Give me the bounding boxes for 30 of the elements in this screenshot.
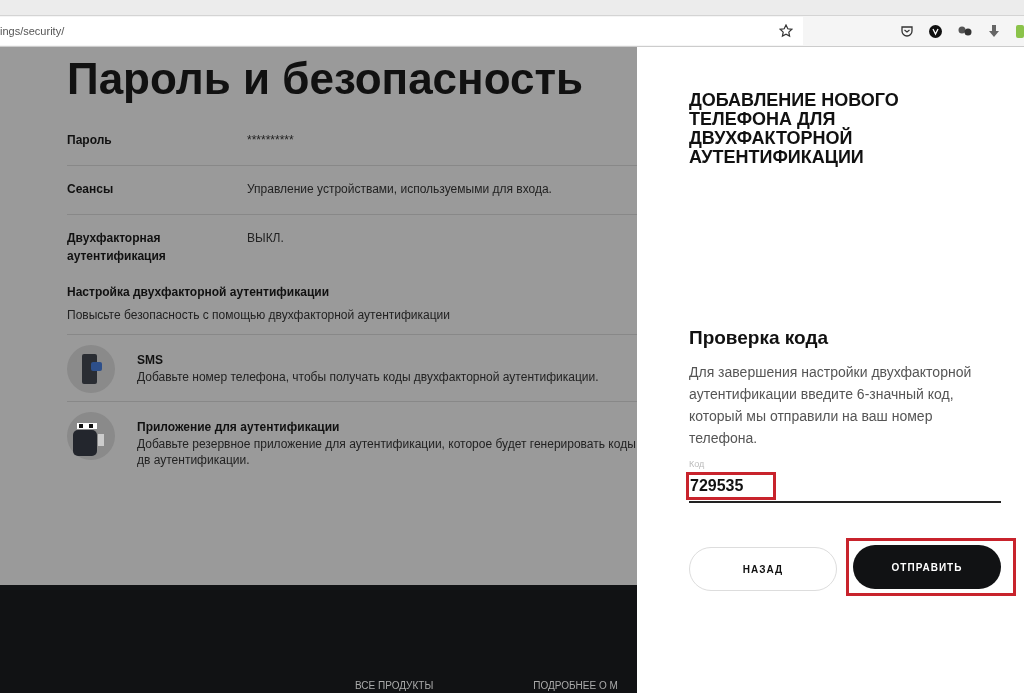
footer-link[interactable]: ВСЕ ПРОДУКТЫ <box>355 680 434 692</box>
qr-device-icon <box>67 412 115 461</box>
field-value: 729535 <box>689 475 774 497</box>
submit-button[interactable]: ОТПРАВИТЬ <box>853 545 1001 589</box>
footer-link[interactable]: ПОДРОБНЕЕ О М <box>533 680 618 692</box>
setting-value: ********** <box>247 132 294 150</box>
dialog-heading: Проверка кода <box>689 327 830 349</box>
dialog-text: Для завершения настройки двухфакторной аутентификации введите 6-значный код, который мы отправили на ваш номер телефона. <box>689 363 973 448</box>
url-text: ings/security/ <box>0 25 65 37</box>
download-icon[interactable] <box>988 24 1000 38</box>
method-description: Добавьте номер телефона, чтобы получать коды двухфакторной аутентификации. <box>137 369 600 386</box>
setting-value: Управление устройствами, используемыми для входа. <box>247 181 552 199</box>
dialog-title: ДОБАВЛЕНИЕ НОВОГО ТЕЛЕФОНА ДЛЯ ДВУХФАКТОРНОЙ АУТЕНТИФИКАЦИИ <box>689 91 900 167</box>
setting-label: Сеансы <box>67 181 115 199</box>
code-field[interactable]: 729535 <box>689 471 1001 503</box>
address-bar[interactable]: ings/security/ <box>0 17 803 45</box>
setting-value: ВЫКЛ. <box>247 230 284 248</box>
back-button[interactable]: НАЗАД <box>689 547 837 591</box>
section-description: Повысьте безопасность с помощью двухфакторной аутентификации <box>67 308 451 323</box>
setting-label: Пароль <box>67 132 113 150</box>
section-heading: Настройка двухфакторной аутентификации <box>67 285 331 300</box>
star-icon[interactable] <box>779 24 793 38</box>
setting-label: Двухфакторная аутентификация <box>67 230 167 266</box>
pocket-icon[interactable] <box>901 25 913 37</box>
method-title[interactable]: SMS <box>137 353 637 368</box>
phone-message-icon <box>67 345 115 394</box>
page-title: Пароль и безопасность <box>67 55 584 104</box>
method-title[interactable]: Приложение для аутентификации <box>137 420 637 435</box>
method-description: Добавьте резервное приложение для аутентификации, которое будет генерировать коды дв аутентификации. <box>137 436 637 469</box>
field-label: Код <box>689 459 706 469</box>
